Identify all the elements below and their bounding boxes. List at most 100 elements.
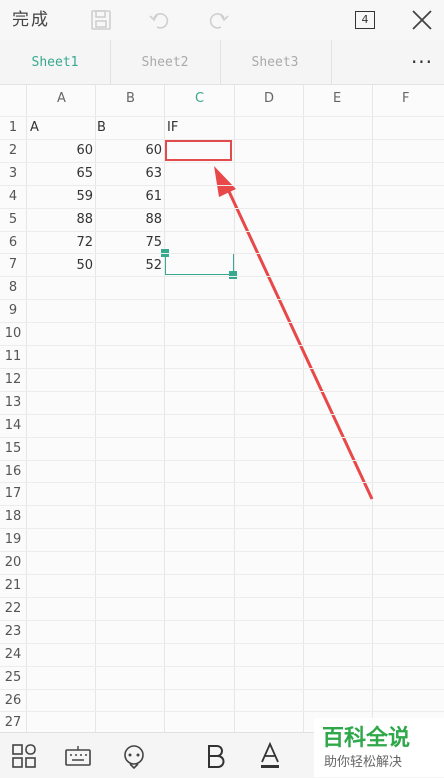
redo-icon[interactable] xyxy=(203,0,233,40)
tab-sheet3[interactable]: Sheet3 xyxy=(220,40,330,84)
done-button[interactable]: 完成 xyxy=(12,5,50,30)
row-header[interactable]: 10 xyxy=(0,326,26,341)
grid-line xyxy=(234,85,235,732)
row-header[interactable]: 8 xyxy=(0,280,26,295)
undo-icon[interactable] xyxy=(145,0,175,40)
grid-line xyxy=(0,208,444,209)
cell-a1[interactable]: A xyxy=(30,120,39,135)
column-header-a[interactable]: A xyxy=(57,91,66,106)
row-header[interactable]: 20 xyxy=(0,555,26,570)
save-icon[interactable] xyxy=(86,0,116,40)
grid-line xyxy=(0,551,444,552)
column-header-e[interactable]: E xyxy=(333,91,341,106)
row-header[interactable]: 16 xyxy=(0,464,26,479)
row-header[interactable]: 6 xyxy=(0,235,26,250)
grid-line xyxy=(164,85,165,732)
grid-line xyxy=(0,437,444,438)
sheet-tabs: Sheet1 Sheet2 Sheet3 xyxy=(0,40,444,85)
row-header[interactable]: 18 xyxy=(0,509,26,524)
cell-c1[interactable]: IF xyxy=(167,120,178,135)
cell-a3[interactable]: 65 xyxy=(53,166,93,181)
selected-cell-c7[interactable] xyxy=(165,253,234,275)
cell-b6[interactable]: 75 xyxy=(122,235,162,250)
row-header[interactable]: 17 xyxy=(0,486,26,501)
tab-sheet1[interactable]: Sheet1 xyxy=(0,40,110,84)
sheet-count-badge: 4 xyxy=(355,11,375,29)
row-header[interactable]: 27 xyxy=(0,715,26,730)
row-header[interactable]: 13 xyxy=(0,395,26,410)
row-header[interactable]: 11 xyxy=(0,349,26,364)
row-header[interactable]: 1 xyxy=(0,120,26,135)
row-header[interactable]: 15 xyxy=(0,441,26,456)
row-header[interactable]: 2 xyxy=(0,143,26,158)
grid-line xyxy=(0,299,444,300)
row-header[interactable]: 19 xyxy=(0,532,26,547)
cell-b7[interactable]: 52 xyxy=(122,258,162,273)
keyboard-icon[interactable] xyxy=(62,733,94,778)
cell-a6[interactable]: 72 xyxy=(53,235,93,250)
row-header[interactable]: 22 xyxy=(0,601,26,616)
more-options-button[interactable]: ··· xyxy=(400,40,444,84)
row-header[interactable]: 12 xyxy=(0,372,26,387)
grid-line xyxy=(0,505,444,506)
tab-sheet2[interactable]: Sheet2 xyxy=(110,40,220,84)
bold-icon[interactable] xyxy=(200,733,232,778)
cell-a7[interactable]: 50 xyxy=(53,258,93,273)
comment-icon[interactable] xyxy=(118,733,150,778)
cell-a5[interactable]: 88 xyxy=(53,212,93,227)
row-header[interactable]: 7 xyxy=(0,257,26,272)
grid-line xyxy=(0,528,444,529)
row-header[interactable]: 25 xyxy=(0,670,26,685)
grid-apps-icon[interactable] xyxy=(8,733,40,778)
column-header-b[interactable]: B xyxy=(126,91,135,106)
close-icon[interactable] xyxy=(408,0,436,40)
annotation-arrow xyxy=(214,166,374,500)
grid-line xyxy=(0,482,444,483)
cell-b1[interactable]: B xyxy=(97,120,106,135)
row-header[interactable]: 5 xyxy=(0,212,26,227)
grid-line xyxy=(0,116,444,117)
grid-line xyxy=(0,185,444,186)
grid-line xyxy=(0,162,444,163)
column-header-d[interactable]: D xyxy=(264,91,274,106)
row-header[interactable]: 9 xyxy=(0,303,26,318)
row-header[interactable]: 26 xyxy=(0,693,26,708)
cell-a4[interactable]: 59 xyxy=(53,189,93,204)
watermark-title: 百科全说 xyxy=(322,726,411,751)
grid-line xyxy=(0,414,444,415)
grid-line xyxy=(0,620,444,621)
column-header-f[interactable]: F xyxy=(402,91,409,106)
grid-line xyxy=(0,139,444,140)
row-header[interactable]: 23 xyxy=(0,624,26,639)
row-header[interactable]: 21 xyxy=(0,578,26,593)
grid-line xyxy=(95,85,96,732)
row-header[interactable]: 14 xyxy=(0,418,26,433)
top-toolbar: 完成 4 xyxy=(0,0,444,40)
sheet-count-button[interactable]: 4 xyxy=(352,0,378,40)
spreadsheet-grid[interactable]: A B C D E F A B IF 60 65 59 88 72 50 60 … xyxy=(0,85,444,732)
grid-line xyxy=(0,276,444,277)
cell-b3[interactable]: 63 xyxy=(122,166,162,181)
font-color-icon[interactable] xyxy=(254,733,286,778)
selection-handle-bottom[interactable] xyxy=(229,271,237,279)
cell-b4[interactable]: 61 xyxy=(122,189,162,204)
cell-b2[interactable]: 60 xyxy=(122,143,162,158)
row-header[interactable]: 3 xyxy=(0,166,26,181)
grid-line xyxy=(0,391,444,392)
grid-line xyxy=(0,666,444,667)
cell-b5[interactable]: 88 xyxy=(122,212,162,227)
grid-line xyxy=(0,253,444,254)
watermark-subtitle: 助你轻松解决 xyxy=(324,755,403,770)
row-header[interactable]: 4 xyxy=(0,189,26,204)
cell-a2[interactable]: 60 xyxy=(53,143,93,158)
grid-line xyxy=(0,689,444,690)
grid-line xyxy=(0,711,444,712)
grid-line xyxy=(0,345,444,346)
tab-divider xyxy=(331,40,332,84)
grid-line xyxy=(372,85,373,732)
grid-line xyxy=(0,368,444,369)
column-header-c[interactable]: C xyxy=(195,91,204,106)
row-header[interactable]: 24 xyxy=(0,647,26,662)
grid-line xyxy=(0,322,444,323)
grid-line xyxy=(0,460,444,461)
